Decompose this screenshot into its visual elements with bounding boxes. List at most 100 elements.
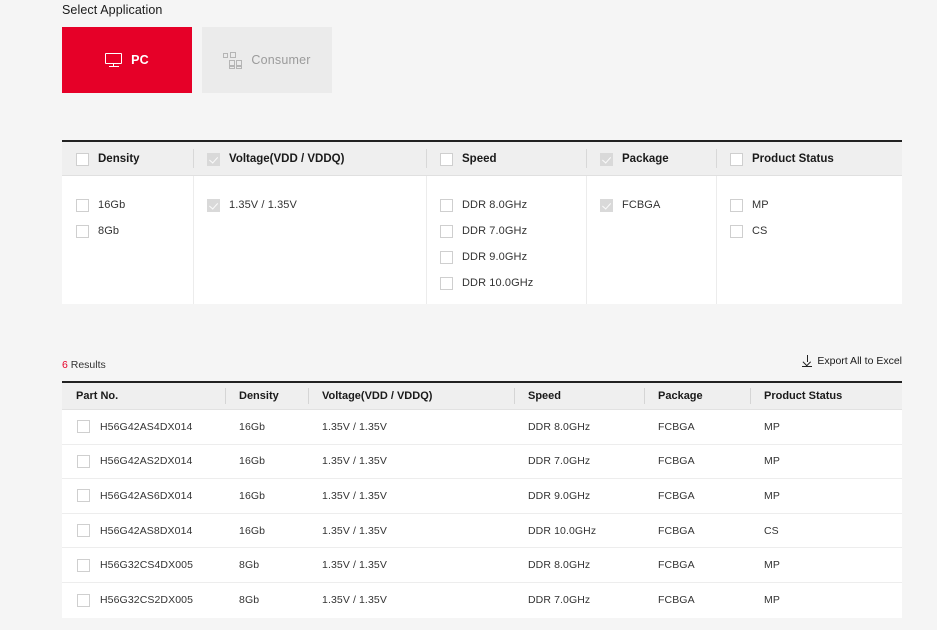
filter-option[interactable]: DDR 7.0GHz (440, 218, 586, 244)
filter-option[interactable]: MP (730, 192, 902, 218)
part-no-text: H56G32CS2DX005 (100, 594, 194, 607)
part-no-text: H56G42AS4DX014 (100, 420, 193, 433)
filter-option[interactable]: 16Gb (76, 192, 193, 218)
filter-header-package: Package (586, 142, 716, 175)
filter-option-label: DDR 9.0GHz (462, 251, 528, 263)
row-checkbox[interactable] (77, 593, 90, 607)
column-header-part-no[interactable]: Part No. (62, 383, 225, 409)
filter-header-checkbox-package[interactable] (600, 152, 613, 166)
part-no-text: H56G32CS4DX005 (100, 559, 194, 572)
cell-density: 8Gb (239, 559, 260, 572)
filter-option-checkbox[interactable] (440, 198, 453, 212)
filter-option-checkbox[interactable] (76, 198, 89, 212)
cell-voltage: 1.35V / 1.35V (322, 489, 387, 502)
cell-part-no: H56G32CS2DX005 (62, 583, 225, 618)
table-row[interactable]: H56G42AS6DX014 16Gb 1.35V / 1.35V DDR 9.… (62, 479, 902, 514)
results-bar: 6 Results Export All to Excel (62, 355, 902, 375)
filter-option[interactable]: DDR 9.0GHz (440, 244, 586, 270)
cell-package: FCBGA (658, 594, 695, 607)
row-checkbox[interactable] (77, 558, 90, 572)
application-button-group: PC Consumer (62, 27, 332, 93)
cell-speed: DDR 8.0GHz (528, 559, 591, 572)
cell-voltage: 1.35V / 1.35V (322, 420, 387, 433)
filter-options-package: FCBGA (586, 176, 716, 304)
filter-option-label: 1.35V / 1.35V (229, 199, 297, 211)
cell-part-no: H56G42AS4DX014 (62, 410, 225, 444)
filter-option[interactable]: FCBGA (600, 192, 716, 218)
cell-voltage: 1.35V / 1.35V (322, 559, 387, 572)
filter-option-label: CS (752, 225, 768, 237)
row-checkbox[interactable] (77, 524, 90, 538)
filter-header-speed: Speed (426, 142, 586, 175)
table-row[interactable]: H56G42AS2DX014 16Gb 1.35V / 1.35V DDR 7.… (62, 444, 902, 480)
filter-option[interactable]: 1.35V / 1.35V (207, 192, 426, 218)
filter-option[interactable]: 8Gb (76, 218, 193, 244)
filter-header-checkbox-speed[interactable] (440, 152, 453, 166)
table-row[interactable]: H56G42AS4DX014 16Gb 1.35V / 1.35V DDR 8.… (62, 410, 902, 445)
cell-density: 16Gb (239, 524, 266, 537)
cell-package: FCBGA (658, 420, 695, 433)
filter-option-label: MP (752, 199, 769, 211)
application-button-consumer[interactable]: Consumer (202, 27, 332, 93)
filter-option-label: 16Gb (98, 199, 126, 211)
column-header-package[interactable]: Package (644, 383, 750, 409)
cell-product-status: MP (764, 420, 780, 433)
product-selector-page: Select Application PC Consumer Density V… (0, 0, 937, 630)
filter-option-checkbox[interactable] (730, 198, 743, 212)
cell-product-status: CS (764, 524, 779, 537)
filter-option[interactable]: CS (730, 218, 902, 244)
filter-header-label: Speed (462, 153, 497, 165)
cell-density: 8Gb (239, 594, 260, 607)
cell-product-status: MP (764, 594, 780, 607)
filter-header-checkbox-voltage[interactable] (207, 152, 220, 166)
column-header-product-status[interactable]: Product Status (750, 383, 902, 409)
cell-package: FCBGA (658, 559, 695, 572)
filter-panel: Density Voltage(VDD / VDDQ) Speed Packag… (62, 140, 902, 304)
cell-part-no: H56G32CS4DX005 (62, 548, 225, 582)
filter-option-checkbox[interactable] (76, 224, 89, 238)
row-checkbox[interactable] (77, 420, 90, 434)
filter-option-checkbox[interactable] (600, 198, 613, 212)
application-button-pc-label: PC (131, 53, 149, 67)
results-count: 6 Results (62, 359, 106, 371)
part-no-text: H56G42AS2DX014 (100, 455, 193, 468)
filter-options-row: 16Gb 8Gb 1.35V / 1.35V DDR 8.0GHz DDR 7.… (62, 176, 902, 304)
row-checkbox[interactable] (77, 454, 90, 468)
export-all-to-excel-button[interactable]: Export All to Excel (802, 355, 902, 367)
table-row[interactable]: H56G32CS4DX005 8Gb 1.35V / 1.35V DDR 8.0… (62, 548, 902, 583)
cell-speed: DDR 8.0GHz (528, 420, 591, 433)
filter-option-checkbox[interactable] (440, 224, 453, 238)
row-checkbox[interactable] (77, 489, 90, 503)
cell-voltage: 1.35V / 1.35V (322, 455, 387, 468)
filter-option-checkbox[interactable] (207, 198, 220, 212)
filter-header-label: Density (98, 153, 140, 165)
cell-density: 16Gb (239, 455, 266, 468)
application-button-consumer-label: Consumer (251, 53, 311, 67)
part-no-text: H56G42AS8DX014 (100, 524, 193, 537)
table-row[interactable]: H56G42AS8DX014 16Gb 1.35V / 1.35V DDR 10… (62, 513, 902, 549)
filter-option-checkbox[interactable] (440, 250, 453, 264)
cell-speed: DDR 9.0GHz (528, 489, 591, 502)
cell-density: 16Gb (239, 420, 266, 433)
column-header-voltage[interactable]: Voltage(VDD / VDDQ) (308, 383, 514, 409)
cell-voltage: 1.35V / 1.35V (322, 594, 387, 607)
filter-option[interactable]: DDR 8.0GHz (440, 192, 586, 218)
filter-option-checkbox[interactable] (440, 276, 453, 290)
filter-option-label: FCBGA (622, 199, 661, 211)
part-no-text: H56G42AS6DX014 (100, 489, 193, 502)
cell-speed: DDR 10.0GHz (528, 524, 597, 537)
table-header-row: Part No. Density Voltage(VDD / VDDQ) Spe… (62, 383, 902, 410)
filter-header-voltage: Voltage(VDD / VDDQ) (193, 142, 426, 175)
filter-option-label: DDR 7.0GHz (462, 225, 528, 237)
application-button-pc[interactable]: PC (62, 27, 192, 93)
cell-density: 16Gb (239, 489, 266, 502)
cell-speed: DDR 7.0GHz (528, 594, 591, 607)
export-label: Export All to Excel (817, 355, 902, 367)
column-header-density[interactable]: Density (225, 383, 308, 409)
filter-header-checkbox-product-status[interactable] (730, 152, 743, 166)
filter-option[interactable]: DDR 10.0GHz (440, 270, 586, 296)
table-row[interactable]: H56G32CS2DX005 8Gb 1.35V / 1.35V DDR 7.0… (62, 582, 902, 618)
column-header-speed[interactable]: Speed (514, 383, 644, 409)
filter-header-checkbox-density[interactable] (76, 152, 89, 166)
filter-option-checkbox[interactable] (730, 224, 743, 238)
